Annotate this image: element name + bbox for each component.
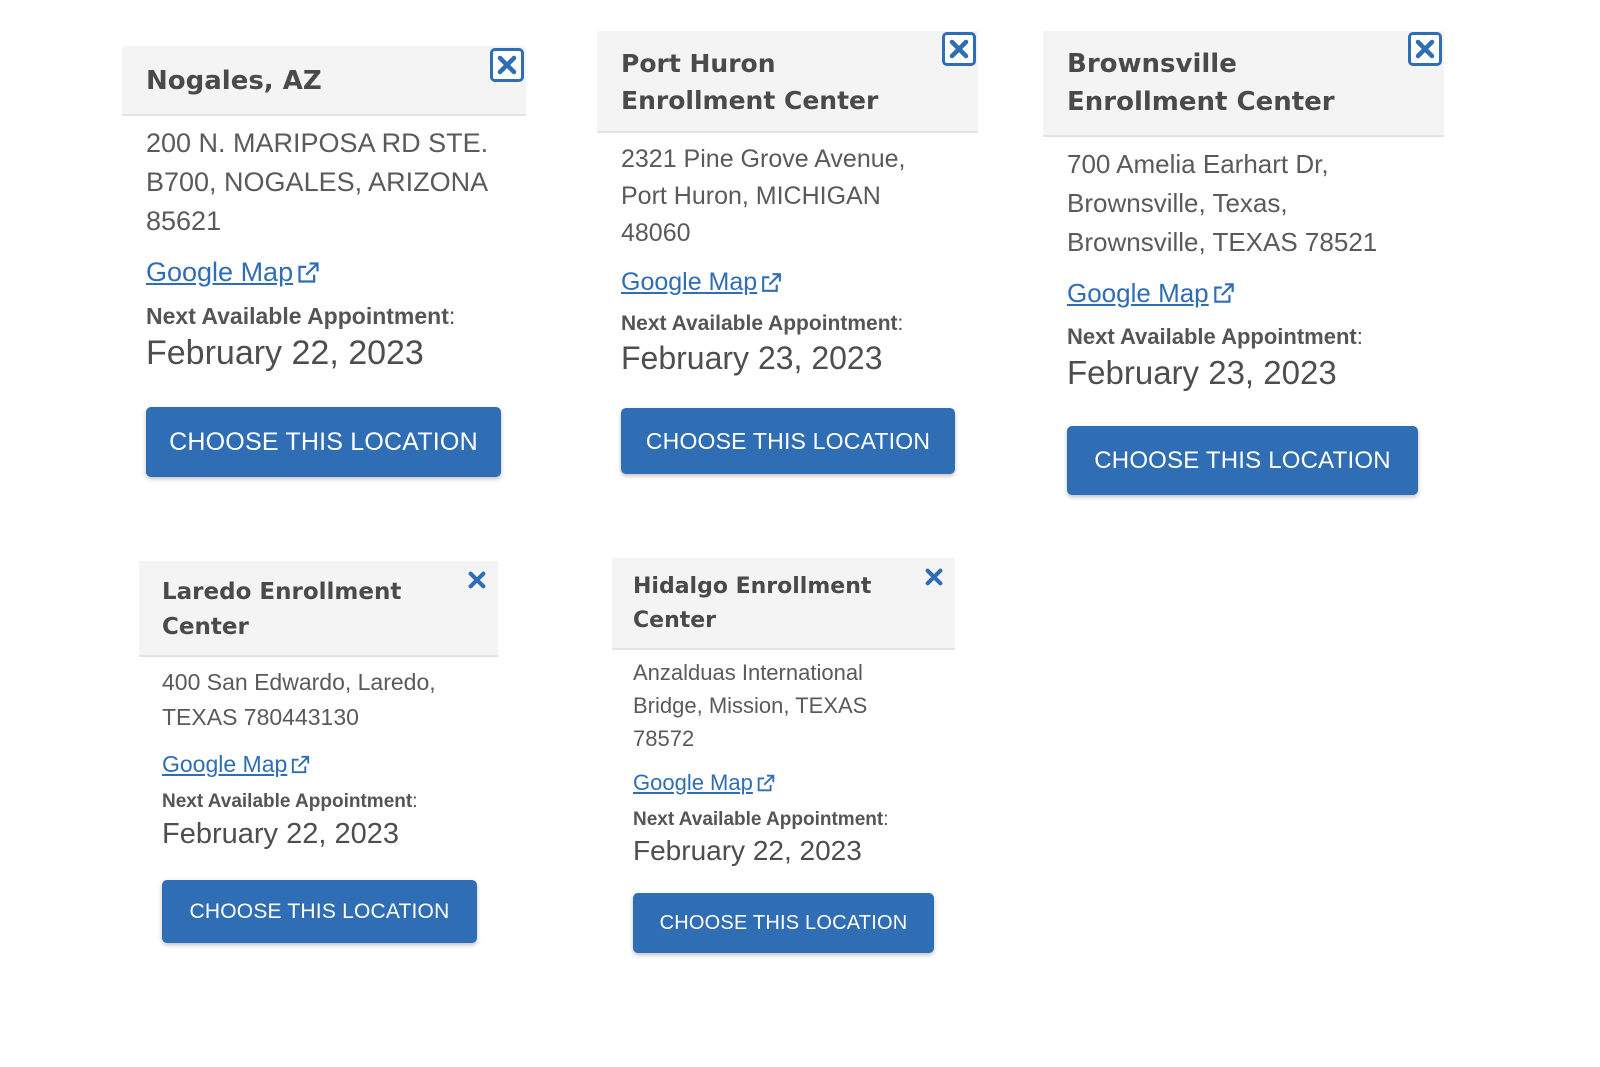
appointment-label: Next Available Appointment xyxy=(146,303,449,329)
card-header: Port Huron Enrollment Center xyxy=(597,31,978,133)
choose-location-button[interactable]: CHOOSE THIS LOCATION xyxy=(162,880,477,943)
appointment-date: February 22, 2023 xyxy=(146,334,424,372)
external-link-icon xyxy=(762,272,782,292)
location-card-hidalgo: Hidalgo Enrollment Center Anzalduas Inte… xyxy=(612,558,955,953)
external-link-icon xyxy=(298,261,319,283)
location-address: 200 N. MARIPOSA RD STE. B700, NOGALES, A… xyxy=(146,128,489,236)
location-card-port-huron: Port Huron Enrollment Center 2321 Pine G… xyxy=(597,31,978,474)
appointment-colon: : xyxy=(883,809,889,830)
close-icon xyxy=(925,568,943,586)
appointment-label: Next Available Appointment xyxy=(621,312,898,335)
close-button[interactable] xyxy=(919,562,949,592)
choose-location-button[interactable]: CHOOSE THIS LOCATION xyxy=(633,893,934,953)
location-card-brownsville: Brownsville Enrollment Center 700 Amelia… xyxy=(1043,31,1444,495)
google-map-link[interactable]: Google Map xyxy=(146,255,322,289)
location-title: Nogales, AZ xyxy=(146,66,322,96)
card-body: Anzalduas International Bridge, Mission,… xyxy=(612,650,955,953)
location-title: Brownsville Enrollment Center xyxy=(1067,49,1335,117)
appointment-label: Next Available Appointment xyxy=(633,809,884,830)
card-header: Hidalgo Enrollment Center xyxy=(612,558,955,650)
choose-location-button[interactable]: CHOOSE THIS LOCATION xyxy=(146,407,501,477)
google-map-link-label: Google Map xyxy=(146,257,294,287)
location-card-laredo: Laredo Enrollment Center 400 San Edwardo… xyxy=(139,561,498,943)
google-map-link[interactable]: Google Map xyxy=(621,266,784,298)
google-map-link[interactable]: Google Map xyxy=(162,749,312,779)
choose-location-button[interactable]: CHOOSE THIS LOCATION xyxy=(621,408,955,474)
appointment-date: February 22, 2023 xyxy=(162,818,399,850)
appointment-label: Next Available Appointment xyxy=(162,791,413,812)
card-body: 2321 Pine Grove Avenue, Port Huron, MICH… xyxy=(597,133,978,474)
close-button[interactable] xyxy=(462,565,492,595)
card-body: 400 San Edwardo, Laredo, TEXAS 780443130… xyxy=(139,657,498,943)
close-icon xyxy=(1415,39,1435,59)
close-icon xyxy=(949,39,969,59)
appointment-date: February 23, 2023 xyxy=(621,340,883,376)
close-button[interactable] xyxy=(490,48,524,82)
location-title: Laredo Enrollment Center xyxy=(162,579,402,640)
close-icon xyxy=(468,571,486,589)
external-link-icon xyxy=(757,774,775,792)
choose-location-button[interactable]: CHOOSE THIS LOCATION xyxy=(1067,426,1418,495)
location-address: 700 Amelia Earhart Dr, Brownsville, Texa… xyxy=(1067,149,1378,257)
google-map-link-label: Google Map xyxy=(162,751,288,777)
external-link-icon xyxy=(292,755,310,773)
external-link-icon xyxy=(1213,283,1234,303)
google-map-link[interactable]: Google Map xyxy=(1067,276,1237,310)
appointment-colon: : xyxy=(412,791,418,812)
location-address: 2321 Pine Grove Avenue, Port Huron, MICH… xyxy=(621,145,906,247)
appointment-date: February 23, 2023 xyxy=(1067,354,1337,391)
location-title: Port Huron Enrollment Center xyxy=(621,49,879,115)
card-body: 200 N. MARIPOSA RD STE. B700, NOGALES, A… xyxy=(122,116,526,477)
appointment-label: Next Available Appointment xyxy=(1067,324,1357,349)
appointment-colon: : xyxy=(897,312,904,335)
google-map-link-label: Google Map xyxy=(621,268,758,296)
card-header: Brownsville Enrollment Center xyxy=(1043,31,1444,137)
location-card-nogales: Nogales, AZ 200 N. MARIPOSA RD STE. B700… xyxy=(122,46,526,477)
close-button[interactable] xyxy=(942,32,976,66)
close-button[interactable] xyxy=(1408,32,1442,66)
card-header: Nogales, AZ xyxy=(122,46,526,116)
google-map-link[interactable]: Google Map xyxy=(633,769,777,797)
card-body: 700 Amelia Earhart Dr, Brownsville, Texa… xyxy=(1043,137,1444,495)
location-title: Hidalgo Enrollment Center xyxy=(633,574,872,633)
google-map-link-label: Google Map xyxy=(633,770,753,795)
location-address: Anzalduas International Bridge, Mission,… xyxy=(633,660,868,751)
appointment-colon: : xyxy=(448,303,456,329)
card-header: Laredo Enrollment Center xyxy=(139,561,498,657)
appointment-date: February 22, 2023 xyxy=(633,835,862,866)
google-map-link-label: Google Map xyxy=(1067,278,1209,308)
appointment-colon: : xyxy=(1356,324,1363,349)
location-address: 400 San Edwardo, Laredo, TEXAS 780443130 xyxy=(162,669,436,730)
close-icon xyxy=(497,55,517,75)
